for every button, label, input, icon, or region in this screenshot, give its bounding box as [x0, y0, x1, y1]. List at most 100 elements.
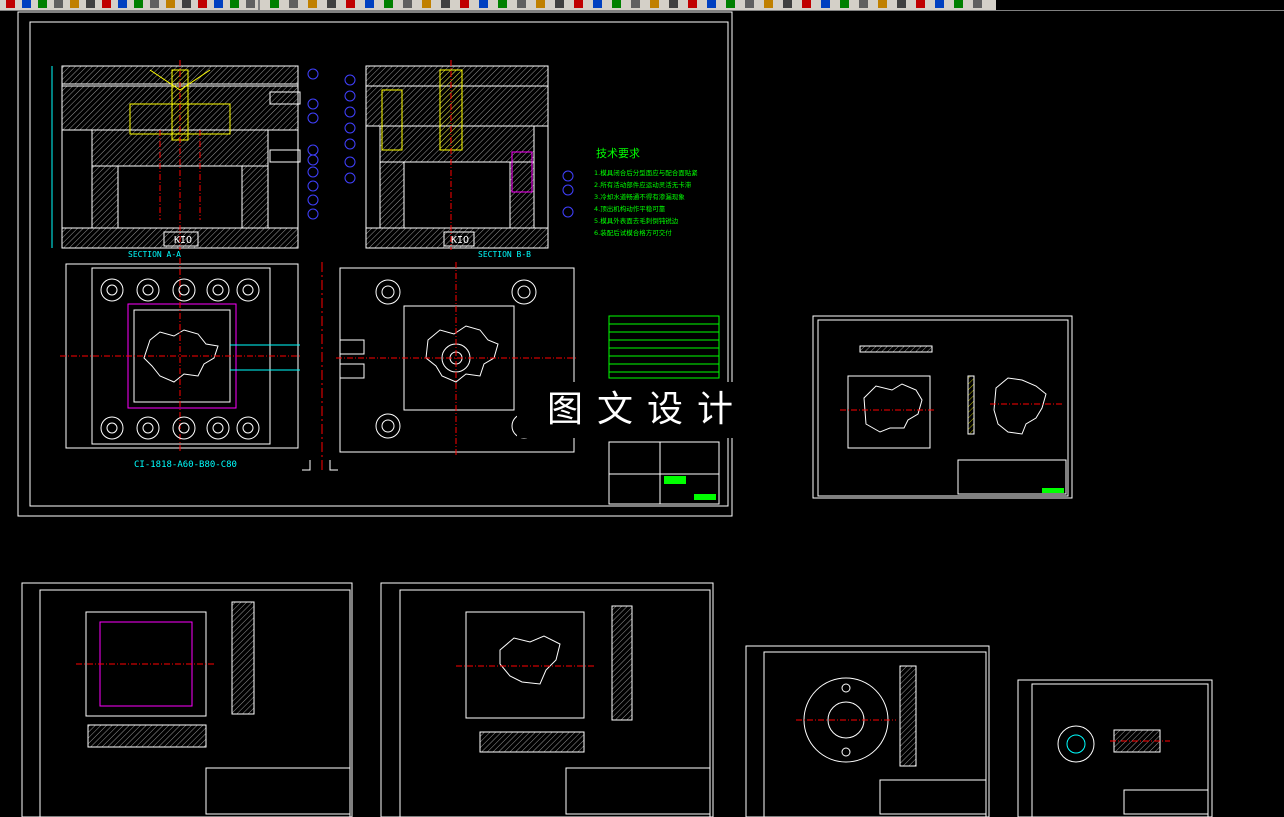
section-a-a-view: KIO: [51, 60, 319, 250]
toolbar-tool-button[interactable]: [802, 0, 811, 8]
toolbar-tool-button[interactable]: [327, 0, 336, 8]
toolbar-tool-button[interactable]: [612, 0, 621, 8]
toolbar-tool-button[interactable]: [878, 0, 887, 8]
toolbar-paste-button[interactable]: [118, 0, 127, 8]
part-balloon: [344, 172, 356, 184]
part-sheet-fixed-plate[interactable]: [21, 582, 353, 817]
section-b-b-title: SECTION B-B: [478, 250, 531, 259]
toolbar-new-button[interactable]: [6, 0, 15, 8]
technical-requirements: 技术要求 1.模具闭合后分型面应与配合面贴紧 2.所有活动部件应运动灵活无卡滞 …: [594, 147, 698, 237]
toolbar-tool-button[interactable]: [726, 0, 735, 8]
toolbar-tool-button[interactable]: [745, 0, 754, 8]
toolbar-redo-button[interactable]: [150, 0, 159, 8]
toolbar-tool-button[interactable]: [973, 0, 982, 8]
toolbar-tool-button[interactable]: [270, 0, 279, 8]
guide-hole: [511, 279, 537, 305]
toolbar-tool-button[interactable]: [365, 0, 374, 8]
part-balloon: [344, 138, 356, 150]
guide-hole-inner: [381, 419, 395, 433]
toolbar-tool-button[interactable]: [536, 0, 545, 8]
toolbar-tool-button[interactable]: [346, 0, 355, 8]
tech-req-line-5: 5.模具外表面去毛刺倒钝锐边: [594, 216, 679, 225]
toolbar-tool-button[interactable]: [479, 0, 488, 8]
screw-hole-inner: [212, 284, 224, 296]
toolbar-separator: [258, 0, 260, 10]
part-balloon: [307, 180, 319, 192]
guide-hole: [375, 279, 401, 305]
toolbar-tool-button[interactable]: [460, 0, 469, 8]
part-sheet-sprue-bushing[interactable]: [1017, 679, 1213, 817]
screw-hole-inner: [106, 422, 118, 434]
guide-hole-inner: [517, 285, 531, 299]
toolbar-tool-button[interactable]: [821, 0, 830, 8]
screw-hole-inner: [178, 284, 190, 296]
toolbar-tool-button[interactable]: [555, 0, 564, 8]
toolbar-tool-button[interactable]: [897, 0, 906, 8]
toolbar-tool-button[interactable]: [954, 0, 963, 8]
guide-hole: [375, 413, 401, 439]
toolbar-tool-button[interactable]: [688, 0, 697, 8]
part-balloon: [307, 208, 319, 220]
toolbar-tool-button[interactable]: [517, 0, 526, 8]
toolbar-properties-button[interactable]: [198, 0, 207, 8]
screw-hole: [206, 278, 230, 302]
part-balloon: [307, 112, 319, 124]
part-balloon: [344, 106, 356, 118]
toolbar-copy-button[interactable]: [102, 0, 111, 8]
toolbar-tool-button[interactable]: [631, 0, 640, 8]
screw-hole: [136, 416, 160, 440]
screw-hole-inner: [142, 284, 154, 296]
toolbar-linetype-button[interactable]: [230, 0, 239, 8]
screw-hole: [236, 278, 260, 302]
part-balloon: [307, 154, 319, 166]
part-balloon: [344, 156, 356, 168]
toolbar-tool-button[interactable]: [308, 0, 317, 8]
screw-hole: [236, 416, 260, 440]
toolbar-tool-button[interactable]: [422, 0, 431, 8]
toolbar-tool-button[interactable]: [783, 0, 792, 8]
toolbar-tool-button[interactable]: [707, 0, 716, 8]
screw-hole-inner: [212, 422, 224, 434]
toolbar-tool-button[interactable]: [403, 0, 412, 8]
toolbar-save-button[interactable]: [38, 0, 47, 8]
part-balloon: [562, 206, 574, 218]
screw-hole: [206, 416, 230, 440]
toolbar-preview-button[interactable]: [70, 0, 79, 8]
toolbar-tool-button[interactable]: [574, 0, 583, 8]
toolbar-tool-button[interactable]: [669, 0, 678, 8]
toolbar-pan-button[interactable]: [166, 0, 175, 8]
toolbar-tool-button[interactable]: [859, 0, 868, 8]
plan-view-fixed-half: CI-1818-A60-B80-C80: [60, 258, 300, 470]
toolbar-tool-button[interactable]: [289, 0, 298, 8]
part-sheet-locating-ring[interactable]: [745, 645, 990, 817]
toolbar-tool-button[interactable]: [593, 0, 602, 8]
toolbar-tool-button[interactable]: [935, 0, 944, 8]
toolbar-print-button[interactable]: [54, 0, 63, 8]
toolbar-color-button[interactable]: [246, 0, 255, 8]
toolbar-zoom-button[interactable]: [182, 0, 191, 8]
part-balloon: [562, 170, 574, 182]
toolbar-cut-button[interactable]: [86, 0, 95, 8]
toolbar-undo-button[interactable]: [134, 0, 143, 8]
part-balloon: [307, 68, 319, 80]
part-balloon: [307, 98, 319, 110]
toolbar-tool-button[interactable]: [384, 0, 393, 8]
toolbar-tool-button[interactable]: [840, 0, 849, 8]
part-sheet-cavity-insert[interactable]: [812, 315, 1073, 499]
toolbar-tool-button[interactable]: [916, 0, 925, 8]
section-b-b-view: KIO: [344, 60, 574, 250]
section-mark: [302, 460, 338, 471]
screw-hole: [136, 278, 160, 302]
toolbar-empty-area: [996, 0, 1284, 10]
toolbar-layers-button[interactable]: [214, 0, 223, 8]
toolbar-tool-button[interactable]: [764, 0, 773, 8]
section-a-a-title: SECTION A-A: [128, 250, 181, 259]
toolbar-tool-button[interactable]: [650, 0, 659, 8]
toolbar-tool-button[interactable]: [498, 0, 507, 8]
toolbar-open-button[interactable]: [22, 0, 31, 8]
toolbar-tool-button[interactable]: [441, 0, 450, 8]
screw-hole: [172, 278, 196, 302]
part-sheet-moving-plate[interactable]: [380, 582, 714, 817]
main-assembly-sheet[interactable]: KIO KIO SECTION A-A SECTION B-B CI-1818-…: [17, 11, 733, 517]
part-balloon: [562, 184, 574, 196]
